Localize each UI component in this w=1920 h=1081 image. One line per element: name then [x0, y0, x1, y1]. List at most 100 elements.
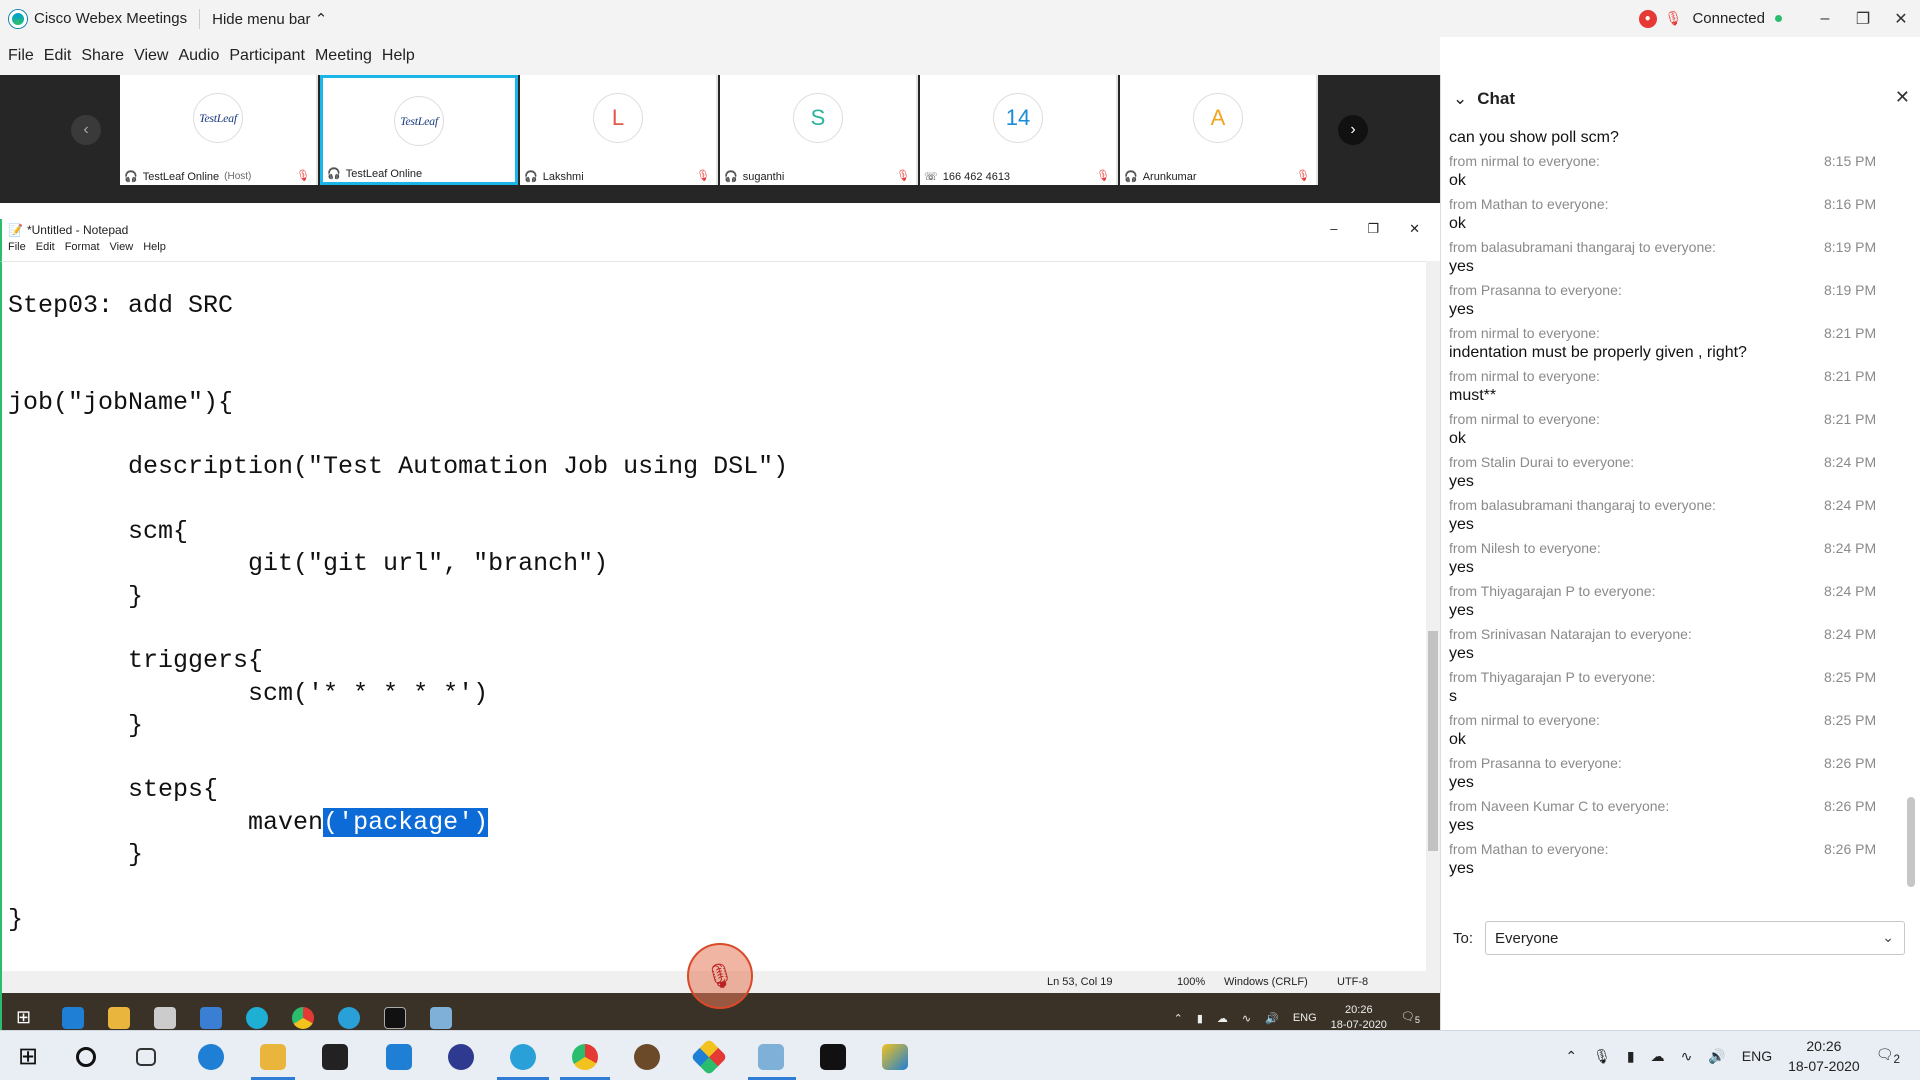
chrome-icon[interactable] [572, 1044, 598, 1070]
notification-icon[interactable]: 🗨5 [1401, 1010, 1420, 1025]
eclipse-icon[interactable] [448, 1044, 474, 1070]
to-label: To: [1453, 929, 1474, 947]
chevron-up-icon[interactable]: ⌃ [1174, 1012, 1183, 1025]
edge-icon[interactable] [62, 1007, 84, 1029]
scrollbar-thumb[interactable] [1907, 797, 1915, 887]
notepad-menu-edit[interactable]: Edit [36, 241, 55, 261]
search-icon[interactable] [76, 1047, 96, 1067]
chat-message-list[interactable]: can you show poll scm? from nirmal to ev… [1449, 127, 1889, 957]
volume-icon[interactable]: 🔊 [1265, 1012, 1279, 1025]
notepad-taskbar-icon[interactable] [758, 1044, 784, 1070]
participant-tile[interactable]: A 🎧 Arunkumar 🎙 [1120, 75, 1318, 185]
file-explorer-icon[interactable] [260, 1044, 286, 1070]
notepad-editor[interactable]: Step03: add SRC job("jobName"){ descript… [0, 261, 1426, 971]
notification-icon[interactable]: 🗨2 [1876, 1046, 1900, 1066]
scrollbar-thumb[interactable] [1428, 631, 1438, 851]
menu-audio[interactable]: Audio [178, 47, 219, 65]
cloud-icon[interactable]: ☁ [1651, 1048, 1665, 1065]
task-view-icon[interactable] [136, 1048, 156, 1066]
notepad-menu-file[interactable]: File [8, 241, 26, 261]
strip-prev-button[interactable]: ‹ [71, 115, 101, 145]
chevron-up-icon[interactable]: ⌃ [1565, 1048, 1577, 1065]
headset-icon: 🎧 [524, 171, 538, 183]
notepad-menu-bar: File Edit Format View Help [0, 241, 1440, 261]
webex-icon[interactable] [338, 1007, 360, 1029]
jenkins-icon[interactable] [634, 1044, 660, 1070]
chevron-down-icon: ⌄ [1453, 89, 1468, 108]
app-icon[interactable] [690, 1038, 728, 1076]
clock[interactable]: 20:26 18-07-2020 [1788, 1036, 1860, 1076]
menu-share[interactable]: Share [81, 47, 124, 65]
notepad-scrollbar[interactable] [1426, 261, 1440, 971]
language-indicator[interactable]: ENG [1293, 1012, 1317, 1024]
minimize-button[interactable]: – [1806, 10, 1844, 28]
hide-menu-bar-button[interactable]: Hide menu bar ⌃ [212, 10, 327, 28]
chrome-icon[interactable] [292, 1007, 314, 1029]
menu-file[interactable]: File [8, 47, 34, 65]
connected-dot-icon [1775, 15, 1782, 22]
paint-icon[interactable] [882, 1044, 908, 1070]
terminal-icon[interactable] [384, 1007, 406, 1029]
participant-tile[interactable]: L 🎧 Lakshmi 🎙 [520, 75, 718, 185]
record-icon[interactable]: ● [1638, 9, 1657, 28]
cursor-position: Ln 53, Col 19 [1047, 976, 1113, 988]
participant-name: TestLeaf Online [345, 167, 423, 180]
encoding: UTF-8 [1337, 976, 1369, 988]
participant-tile[interactable]: S 🎧 suganthi 🎙 [720, 75, 918, 185]
participant-tile-active[interactable]: TestLeaf 🎧 TestLeaf Online [320, 75, 518, 185]
chat-message-text: s [1449, 688, 1457, 705]
restore-button[interactable]: ❐ [1844, 9, 1882, 29]
chat-header[interactable]: ⌄ Chat [1453, 89, 1515, 109]
menu-participant[interactable]: Participant [229, 47, 305, 65]
menu-help[interactable]: Help [382, 47, 415, 65]
battery-icon[interactable]: ▮ [1197, 1012, 1203, 1025]
chat-sender: from nirmal to everyone: [1449, 712, 1600, 728]
store-icon[interactable] [322, 1044, 348, 1070]
file-explorer-icon[interactable] [108, 1007, 130, 1029]
close-button[interactable]: ✕ [1882, 9, 1920, 29]
windows-taskbar: ⊞ ⌃ 🎙 ▮ ☁ ∿ 🔊 ENG 20:26 18-07-2020 🗨2 [0, 1030, 1920, 1080]
windows-start-icon[interactable]: ⊞ [16, 1007, 38, 1029]
store-icon[interactable] [154, 1007, 176, 1029]
webex-icon[interactable] [510, 1044, 536, 1070]
mic-muted-icon[interactable]: 🎙 [1665, 10, 1683, 27]
notepad-menu-format[interactable]: Format [65, 241, 100, 261]
floating-mute-button[interactable]: 🎙 [687, 943, 753, 1009]
code-line: } [8, 710, 144, 740]
notepad-restore-button[interactable]: ❐ [1367, 221, 1379, 237]
edge-icon[interactable] [198, 1044, 224, 1070]
shared-clock[interactable]: 20:26 18-07-2020 [1331, 1003, 1387, 1033]
notepad-taskbar-icon[interactable] [430, 1007, 452, 1029]
strip-next-button[interactable]: › [1338, 115, 1368, 145]
mail-icon[interactable] [386, 1044, 412, 1070]
cloud-icon[interactable]: ☁ [1217, 1012, 1228, 1025]
notepad-menu-help[interactable]: Help [143, 241, 166, 261]
wifi-icon[interactable]: ∿ [1681, 1048, 1693, 1065]
code-line: description("Test Automation Job using D… [8, 452, 789, 482]
notepad-minimize-button[interactable]: – [1330, 221, 1337, 237]
chat-scrollbar[interactable] [1904, 127, 1918, 907]
menu-view[interactable]: View [134, 47, 168, 65]
participant-tile[interactable]: 14 ☏ 166 462 4613 🎙 [920, 75, 1118, 185]
notepad-close-button[interactable]: ✕ [1409, 221, 1420, 237]
microphone-icon[interactable]: 🎙 [1593, 1048, 1611, 1065]
menu-edit[interactable]: Edit [44, 47, 72, 65]
recipient-select[interactable]: Everyone ⌄ [1485, 921, 1906, 955]
mail-icon[interactable] [200, 1007, 222, 1029]
terminal-icon[interactable] [820, 1044, 846, 1070]
edge-beta-icon[interactable] [246, 1007, 268, 1029]
chat-close-button[interactable]: ✕ [1895, 87, 1910, 108]
code-line: triggers{ [8, 646, 264, 676]
headset-icon: 🎧 [1124, 171, 1138, 183]
battery-icon[interactable]: ▮ [1627, 1048, 1635, 1065]
mic-muted-icon: 🎙 [896, 170, 910, 182]
language-indicator[interactable]: ENG [1742, 1048, 1772, 1064]
notepad-menu-view[interactable]: View [110, 241, 134, 261]
wifi-icon[interactable]: ∿ [1242, 1012, 1251, 1025]
windows-start-icon[interactable]: ⊞ [18, 1044, 44, 1070]
chat-message-text: yes [1449, 516, 1474, 533]
participant-tile[interactable]: TestLeaf 🎧 TestLeaf Online (Host) 🎙 [120, 75, 318, 185]
menu-meeting[interactable]: Meeting [315, 47, 372, 65]
chat-message-meta: from Thiyagarajan P to everyone: 8:24 PM [1449, 581, 1889, 600]
volume-icon[interactable]: 🔊 [1708, 1048, 1725, 1065]
